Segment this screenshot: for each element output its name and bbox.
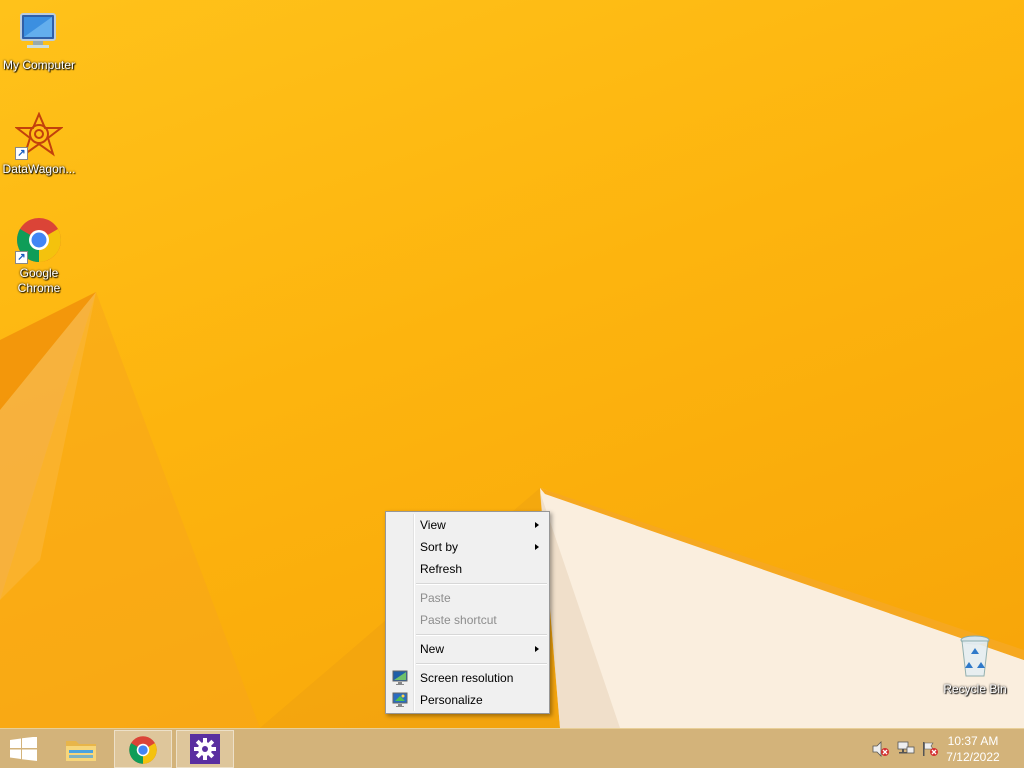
- network-icon[interactable]: [897, 741, 915, 757]
- windows-logo-icon: [10, 736, 38, 764]
- submenu-arrow-icon: [535, 522, 539, 528]
- volume-muted-icon[interactable]: [872, 741, 890, 757]
- menu-item-paste: Paste: [388, 587, 547, 609]
- folder-icon: [64, 735, 98, 766]
- taskbar-settings-button[interactable]: [176, 730, 234, 768]
- my-computer-icon: [15, 8, 63, 56]
- menu-item-view[interactable]: View: [388, 514, 547, 536]
- menu-item-personalize[interactable]: Personalize: [388, 689, 547, 711]
- menu-item-screen-resolution[interactable]: Screen resolution: [388, 667, 547, 689]
- menu-separator: [416, 634, 547, 636]
- desktop-icon-recycle-bin[interactable]: Recycle Bin: [936, 632, 1014, 697]
- submenu-arrow-icon: [535, 646, 539, 652]
- menu-item-refresh[interactable]: Refresh: [388, 558, 547, 580]
- gear-icon: [190, 734, 220, 764]
- taskbar-chrome-button[interactable]: [114, 730, 172, 768]
- action-center-flag-icon[interactable]: [921, 741, 939, 757]
- desktop-icon-label: Recycle Bin: [943, 682, 1007, 696]
- submenu-arrow-icon: [535, 544, 539, 550]
- chrome-icon: ↗: [15, 216, 63, 264]
- personalize-icon: [392, 692, 408, 708]
- menu-item-paste-shortcut: Paste shortcut: [388, 609, 547, 631]
- menu-separator: [416, 583, 547, 585]
- shortcut-arrow-icon: ↗: [15, 251, 28, 264]
- clock-time: 10:37 AM: [947, 734, 999, 748]
- datawagon-icon: ↗: [14, 111, 64, 160]
- menu-item-label: View: [420, 518, 446, 532]
- taskbar: 10:37 AM 7/12/2022: [0, 728, 1024, 768]
- shortcut-arrow-icon: ↗: [15, 147, 28, 160]
- menu-item-label: Paste: [420, 591, 451, 605]
- desktop[interactable]: My Computer ↗ DataWagon... ↗ Google Chro…: [0, 0, 1024, 728]
- desktop-icon-google-chrome[interactable]: ↗ Google Chrome: [0, 216, 78, 296]
- taskbar-clock[interactable]: 10:37 AM 7/12/2022: [938, 733, 1008, 765]
- menu-item-label: Personalize: [420, 693, 483, 707]
- menu-item-sort-by[interactable]: Sort by: [388, 536, 547, 558]
- desktop-icon-label: DataWagon...: [2, 162, 76, 176]
- desktop-icon-my-computer[interactable]: My Computer: [0, 8, 78, 73]
- menu-item-label: Screen resolution: [420, 671, 514, 685]
- menu-item-label: Refresh: [420, 562, 463, 576]
- menu-item-label: New: [420, 642, 445, 656]
- recycle-bin-icon: [951, 632, 999, 680]
- desktop-icon-label: Google Chrome: [17, 266, 61, 295]
- menu-separator: [416, 663, 547, 665]
- menu-item-new[interactable]: New: [388, 638, 547, 660]
- chrome-icon: [128, 735, 158, 768]
- screen-resolution-icon: [392, 670, 408, 686]
- clock-date: 7/12/2022: [946, 750, 1000, 764]
- menu-item-label: Paste shortcut: [420, 613, 497, 627]
- desktop-icon-datawagon[interactable]: ↗ DataWagon...: [0, 111, 78, 177]
- taskbar-file-explorer-button[interactable]: [52, 730, 110, 768]
- menu-item-label: Sort by: [420, 540, 459, 554]
- desktop-context-menu: View Sort by Refresh Paste Paste shortcu…: [385, 511, 550, 714]
- start-button[interactable]: [0, 730, 48, 768]
- desktop-icon-label: My Computer: [2, 58, 76, 72]
